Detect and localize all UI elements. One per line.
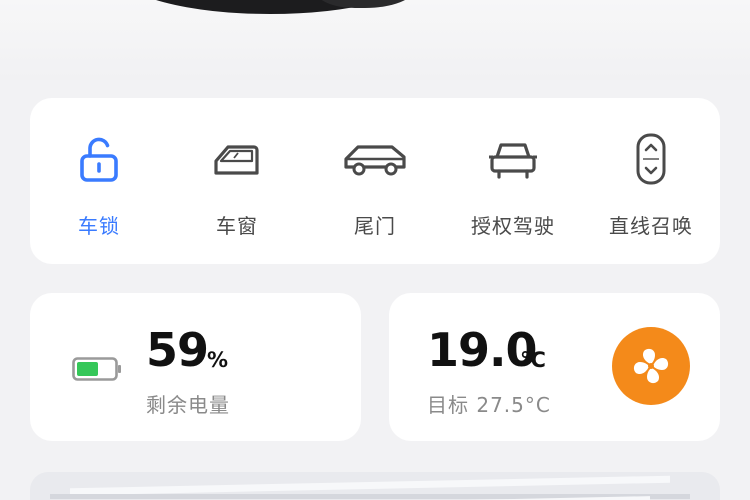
control-window[interactable]: 车窗 xyxy=(172,132,302,242)
battery-icon xyxy=(72,357,121,381)
battery-card[interactable]: 59 % 剩余电量 xyxy=(30,293,361,441)
vehicle-image xyxy=(120,0,420,14)
map-preview[interactable] xyxy=(30,472,720,500)
battery-level-fill xyxy=(77,362,98,376)
fan-icon xyxy=(633,348,669,384)
target-temperature: 目标 27.5°C xyxy=(427,393,551,417)
unlock-icon xyxy=(80,137,118,182)
authorized-driving-icon xyxy=(489,143,537,179)
battery-unit: % xyxy=(207,348,229,372)
car-window-icon xyxy=(214,145,259,175)
tailgate-icon xyxy=(344,145,406,176)
battery-label: 剩余电量 xyxy=(146,393,230,417)
vehicle-preview xyxy=(0,0,750,80)
control-tailgate-label: 尾门 xyxy=(354,214,396,238)
control-tailgate[interactable]: 尾门 xyxy=(310,132,440,242)
control-authorized-driving-label: 授权驾驶 xyxy=(471,214,555,238)
control-window-label: 车窗 xyxy=(216,214,258,238)
quick-controls-card: 车锁 车窗 尾门 授权驾驶 直线召唤 xyxy=(30,98,720,264)
control-summon[interactable]: 直线召唤 xyxy=(586,132,716,242)
control-lock[interactable]: 车锁 xyxy=(34,132,164,242)
climate-toggle-button[interactable] xyxy=(612,327,690,405)
temperature-unit: °C xyxy=(520,348,546,372)
control-authorized-driving[interactable]: 授权驾驶 xyxy=(448,132,578,242)
battery-percentage: 59 xyxy=(146,323,209,377)
summon-icon xyxy=(636,133,666,185)
climate-card[interactable]: 19.0 °C 目标 27.5°C xyxy=(389,293,720,441)
control-summon-label: 直线召唤 xyxy=(609,214,693,238)
control-lock-label: 车锁 xyxy=(78,214,120,238)
